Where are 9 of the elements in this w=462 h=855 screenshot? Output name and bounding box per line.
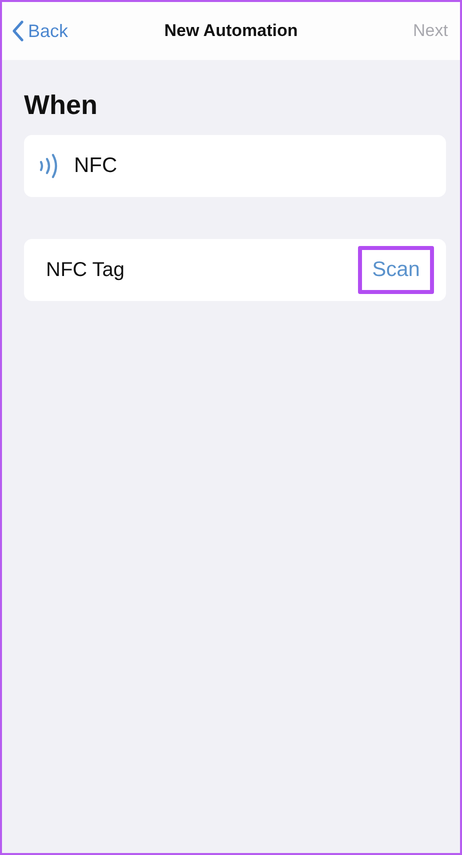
back-button[interactable]: Back xyxy=(12,20,68,42)
chevron-left-icon xyxy=(12,20,24,42)
nfc-icon xyxy=(38,153,60,179)
trigger-label: NFC xyxy=(74,154,118,178)
section-heading: When xyxy=(24,90,98,121)
trigger-row[interactable]: NFC xyxy=(24,135,446,197)
screen-title: New Automation xyxy=(164,21,298,41)
scan-button[interactable]: Scan xyxy=(358,246,434,294)
row-label: NFC Tag xyxy=(46,258,125,282)
